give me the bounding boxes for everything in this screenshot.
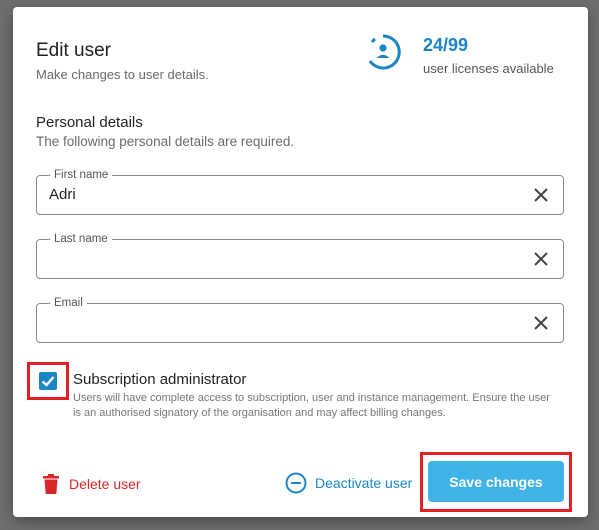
license-count: 24/99 [423,35,469,55]
delete-user-label: Delete user [69,476,141,492]
edit-user-dialog: Edit user Make changes to user details. … [13,7,588,517]
deactivate-user-label: Deactivate user [315,475,413,491]
clear-first-name-icon[interactable] [533,187,549,203]
save-changes-button[interactable]: Save changes [428,461,564,502]
last-name-field: Last name [36,232,564,279]
user-circle-icon [368,34,401,70]
email-input[interactable] [49,304,489,342]
admin-checkbox-description: Users will have complete access to subsc… [73,392,550,419]
admin-checkbox-label: Subscription administrator [73,371,247,388]
admin-checkbox-highlight [27,362,69,400]
deactivate-user-button[interactable]: Deactivate user [285,470,412,496]
clear-email-icon[interactable] [533,315,549,331]
first-name-field: First name [36,168,564,215]
save-button-highlight: Save changes [420,452,572,512]
dialog-subtitle: Make changes to user details. [36,67,209,82]
personal-details-subtitle: The following personal details are requi… [36,134,295,149]
license-label: user licenses available [423,61,554,76]
minus-circle-icon [285,472,307,494]
trash-icon [43,474,59,494]
personal-details-title: Personal details [36,114,143,131]
clear-last-name-icon[interactable] [533,251,549,267]
delete-user-button[interactable]: Delete user [43,472,141,496]
dialog-title: Edit user [36,40,111,61]
checkmark-icon [41,376,55,387]
first-name-input[interactable] [49,176,489,214]
admin-checkbox[interactable] [39,372,57,390]
email-field: Email [36,296,564,343]
last-name-input[interactable] [49,240,489,278]
